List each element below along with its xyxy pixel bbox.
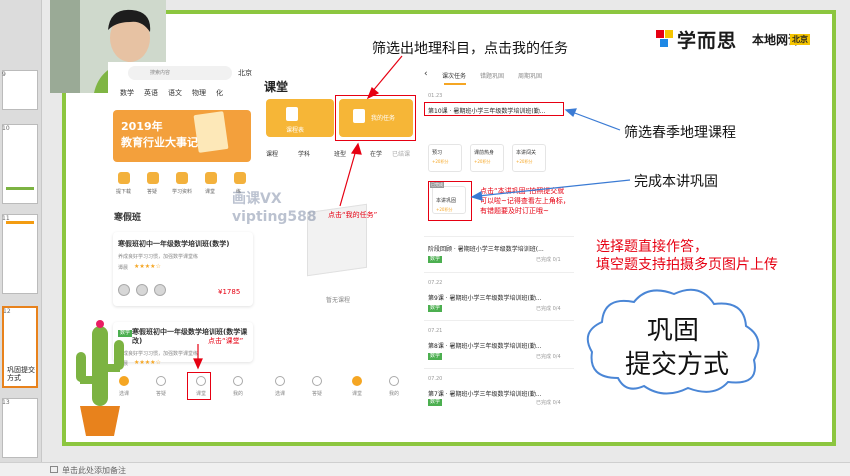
- watermark-line: vipting588: [232, 209, 317, 225]
- arrow-line: [571, 111, 621, 131]
- cloud-text-line1: 巩固: [646, 316, 699, 346]
- watermark-line: 画课VX: [232, 191, 282, 207]
- notes-placeholder[interactable]: 单击此处添加备注: [62, 465, 126, 476]
- arrow-head: [564, 108, 577, 117]
- status-bar: [0, 462, 850, 476]
- arrow-head: [470, 191, 483, 201]
- arrow-line: [339, 149, 357, 207]
- arrow-line: [371, 55, 403, 93]
- cactus-decoration: [76, 320, 124, 436]
- watermark: 画课VX vipting588: [232, 190, 317, 226]
- arrow-head: [193, 358, 203, 370]
- notes-icon: [50, 466, 58, 473]
- arrow-head: [350, 142, 362, 155]
- arrow-head: [366, 87, 380, 100]
- arrow-line: [477, 179, 631, 197]
- cloud-text-line2: 提交方式: [624, 350, 729, 380]
